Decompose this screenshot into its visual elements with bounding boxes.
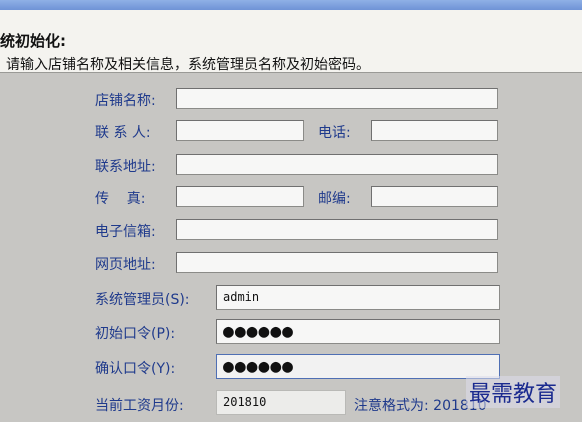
confirm-password-label: 确认口令(Y): — [95, 361, 176, 377]
zip-label: 邮编: — [318, 191, 351, 207]
shop-name-label: 店铺名称: — [95, 93, 156, 109]
zip-input[interactable] — [371, 186, 498, 207]
phone-label: 电话: — [318, 125, 351, 141]
email-input[interactable] — [176, 219, 498, 240]
section-description: 请输入店铺名称及相关信息，系统管理员名称及初始密码。 — [6, 57, 370, 73]
confirm-password-input[interactable]: ●●●●●● — [216, 354, 500, 379]
contact-input[interactable] — [176, 120, 304, 141]
section-title: 统初始化: — [0, 32, 66, 50]
address-label: 联系地址: — [95, 159, 156, 175]
admin-input[interactable]: admin — [216, 285, 500, 310]
contact-label: 联 系 人: — [95, 125, 151, 141]
fax-input[interactable] — [176, 186, 304, 207]
shop-name-input[interactable] — [176, 88, 498, 109]
month-label: 当前工资月份: — [95, 398, 184, 414]
init-password-label: 初始口令(P): — [95, 326, 176, 342]
email-label: 电子信箱: — [95, 224, 156, 240]
month-input[interactable]: 201810 — [216, 390, 346, 415]
website-label: 网页地址: — [95, 257, 156, 273]
website-input[interactable] — [176, 252, 498, 273]
fax-label: 传 真: — [95, 191, 146, 207]
phone-input[interactable] — [371, 120, 498, 141]
admin-label: 系统管理员(S): — [95, 292, 190, 308]
window-title-bar — [0, 0, 582, 10]
section-header: 统初始化: 请输入店铺名称及相关信息，系统管理员名称及初始密码。 — [0, 10, 582, 73]
init-password-input[interactable]: ●●●●●● — [216, 319, 500, 344]
address-input[interactable] — [176, 154, 498, 175]
watermark-logo: 最需教育 — [466, 376, 561, 408]
